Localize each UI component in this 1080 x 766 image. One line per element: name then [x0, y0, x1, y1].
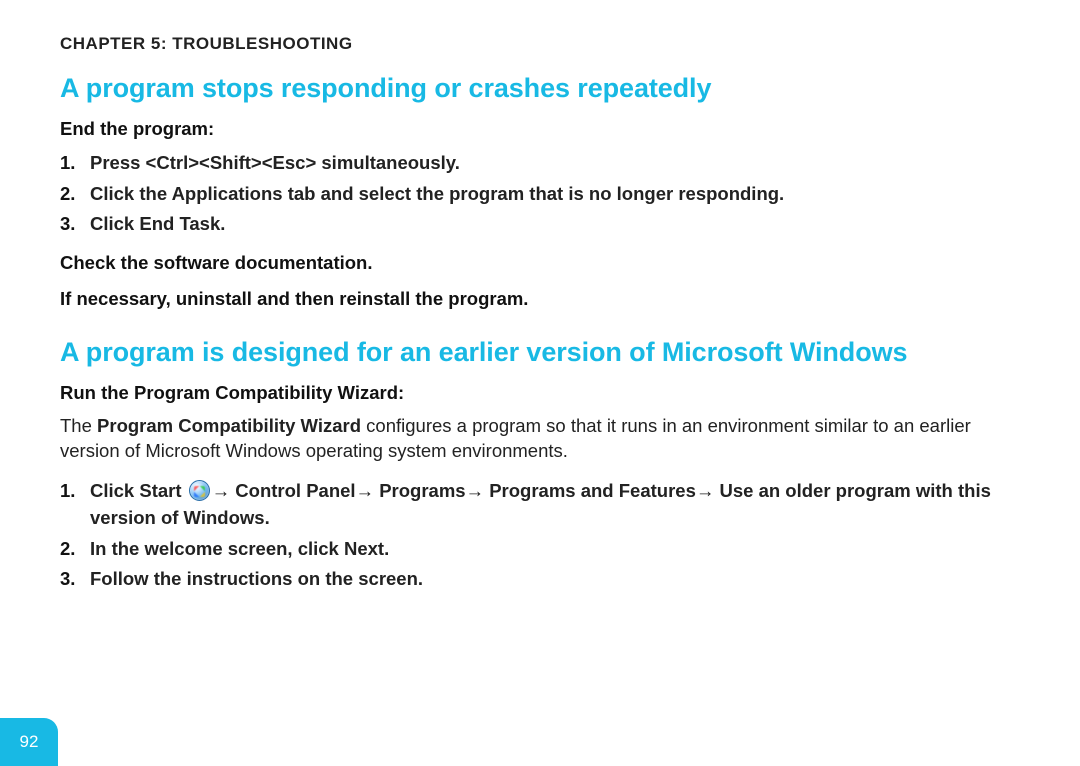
steps-end-program: Press <Ctrl><Shift><Esc> simultaneously.…	[60, 150, 1020, 238]
bold-text: Applications	[172, 183, 283, 204]
step-text: Follow the instructions on the screen.	[90, 568, 423, 589]
subheading-check-docs: Check the software documentation.	[60, 252, 1020, 274]
step-text: .	[384, 538, 389, 559]
section-heading-crashes: A program stops responding or crashes re…	[60, 72, 1020, 106]
document-page: CHAPTER 5: TROUBLESHOOTING A program sto…	[0, 0, 1080, 766]
step-text: .	[265, 507, 270, 528]
subheading-end-program: End the program:	[60, 118, 1020, 140]
step-item: Click Start → Control Panel→ Programs→ P…	[60, 478, 1020, 532]
step-text: tab and select the program that is no lo…	[283, 183, 785, 204]
page-number: 92	[20, 732, 39, 752]
bold-text: → Control Panel→ Programs→ Programs and …	[90, 480, 991, 528]
paragraph-compat-desc: The Program Compatibility Wizard configu…	[60, 414, 1020, 464]
step-text: In the welcome screen, click	[90, 538, 344, 559]
bold-text: Start	[139, 480, 186, 501]
step-item: Follow the instructions on the screen.	[60, 566, 1020, 593]
subheading-reinstall: If necessary, uninstall and then reinsta…	[60, 288, 1020, 310]
step-text: .	[220, 213, 225, 234]
text: The	[60, 415, 97, 436]
step-text: Click	[90, 213, 139, 234]
section-heading-compat: A program is designed for an earlier ver…	[60, 336, 1020, 370]
windows-start-orb-icon	[189, 480, 210, 501]
step-text: Click	[90, 480, 139, 501]
subheading-run-wizard: Run the Program Compatibility Wizard:	[60, 382, 1020, 404]
step-item: In the welcome screen, click Next.	[60, 536, 1020, 563]
bold-text: Program Compatibility Wizard	[97, 415, 361, 436]
step-item: Press <Ctrl><Shift><Esc> simultaneously.	[60, 150, 1020, 177]
step-item: Click the Applications tab and select th…	[60, 181, 1020, 208]
steps-compat-wizard: Click Start → Control Panel→ Programs→ P…	[60, 478, 1020, 593]
bold-text: End Task	[139, 213, 220, 234]
page-number-tab: 92	[0, 718, 58, 766]
step-text: Press <Ctrl><Shift><Esc> simultaneously.	[90, 152, 460, 173]
step-text: Click the	[90, 183, 172, 204]
step-item: Click End Task.	[60, 211, 1020, 238]
chapter-label: CHAPTER 5: TROUBLESHOOTING	[60, 34, 1020, 54]
bold-text: Next	[344, 538, 384, 559]
